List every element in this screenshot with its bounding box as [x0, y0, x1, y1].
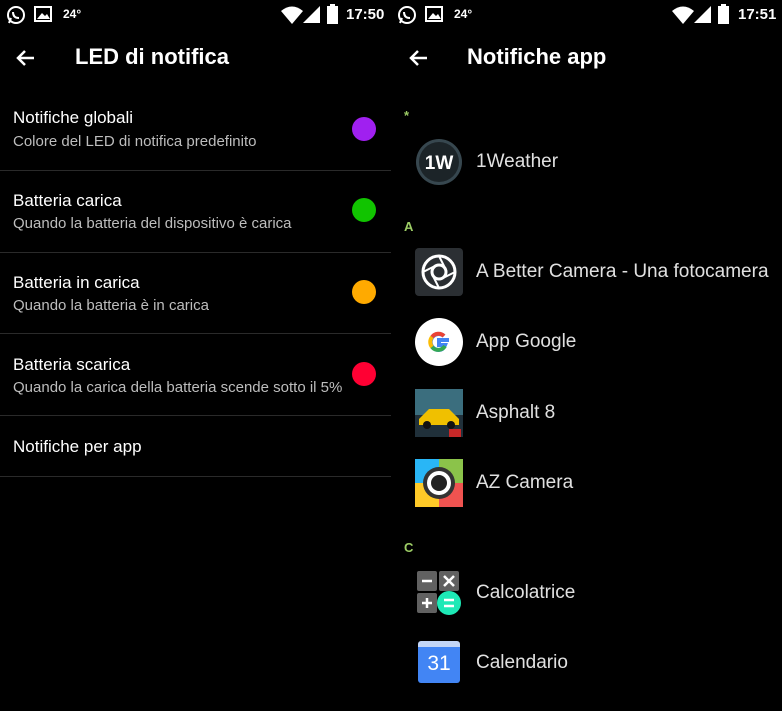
app-row-calculator[interactable]: Calcolatrice	[391, 561, 782, 625]
calendar-icon: 31	[418, 641, 460, 683]
clock: 17:50	[346, 6, 385, 23]
signal-icon	[303, 6, 320, 23]
page-title: LED di notifica	[75, 44, 229, 69]
google-icon	[415, 318, 463, 366]
app-name: Calendario	[476, 652, 568, 673]
temperature: 24°	[63, 7, 82, 21]
app-row-asphalt[interactable]: Asphalt 8	[391, 381, 782, 445]
led-color-indicator[interactable]	[352, 280, 376, 304]
setting-battery-charging[interactable]: Batteria in carica Quando la batteria è …	[0, 253, 391, 334]
section-header: C	[404, 540, 414, 555]
toolbar: LED di notifica	[0, 30, 391, 86]
setting-per-app-notifications[interactable]: Notifiche per app	[0, 416, 391, 477]
setting-title: Batteria in carica	[13, 273, 140, 292]
gallery-icon	[425, 6, 443, 22]
az-camera-icon	[415, 459, 463, 507]
app-notifications-screen: 24° 17:51 Notifiche app * 1W 1Weather A	[391, 0, 782, 711]
gallery-icon	[34, 6, 52, 22]
calendar-icon-day: 31	[427, 652, 451, 675]
clock: 17:51	[738, 6, 777, 23]
back-arrow-icon[interactable]	[407, 46, 431, 70]
setting-global-notifications[interactable]: Notifiche globali Colore del LED di noti…	[0, 89, 391, 171]
setting-subtitle: Colore del LED di notifica predefinito	[13, 133, 257, 150]
app-name: App Google	[476, 331, 577, 352]
wifi-icon	[672, 6, 694, 24]
app-name: A Better Camera - Una fotocamera	[476, 261, 769, 282]
setting-title: Batteria scarica	[13, 355, 131, 374]
led-color-indicator[interactable]	[352, 117, 376, 141]
app-name: AZ Camera	[476, 472, 574, 493]
setting-battery-low[interactable]: Batteria scarica Quando la carica della …	[0, 334, 391, 416]
app-row-az-camera[interactable]: AZ Camera	[391, 451, 782, 515]
asphalt-icon	[415, 389, 463, 437]
status-bar: 24° 17:50	[0, 0, 391, 30]
setting-subtitle: Quando la batteria è in carica	[13, 297, 209, 314]
app-row-better-camera[interactable]: A Better Camera - Una fotocamera	[391, 240, 782, 304]
battery-icon	[327, 4, 338, 24]
app-name: Asphalt 8	[476, 402, 556, 423]
setting-subtitle: Quando la carica della batteria scende s…	[13, 379, 343, 396]
temperature: 24°	[454, 7, 473, 21]
1weather-icon: 1W	[416, 139, 462, 185]
whatsapp-icon	[7, 6, 25, 24]
setting-title: Notifiche globali	[13, 108, 134, 127]
app-name: 1Weather	[476, 151, 559, 172]
led-settings-screen: 24° 17:50 LED di notifica Notifiche glob…	[0, 0, 391, 711]
setting-title: Batteria carica	[13, 191, 122, 210]
page-title: Notifiche app	[467, 44, 607, 69]
battery-icon	[718, 4, 729, 24]
app-row-1weather[interactable]: 1W 1Weather	[391, 130, 782, 194]
better-camera-icon	[415, 248, 463, 296]
led-color-indicator[interactable]	[352, 198, 376, 222]
setting-subtitle: Quando la batteria del dispositivo è car…	[13, 215, 292, 232]
app-row-google[interactable]: App Google	[391, 310, 782, 374]
section-header: *	[404, 108, 410, 123]
setting-battery-full[interactable]: Batteria carica Quando la batteria del d…	[0, 171, 391, 253]
whatsapp-icon	[398, 6, 416, 24]
app-name: Calcolatrice	[476, 582, 576, 603]
svg-text:1W: 1W	[425, 153, 454, 174]
led-color-indicator[interactable]	[352, 362, 376, 386]
app-row-calendar[interactable]: 31 Calendario	[391, 631, 782, 695]
toolbar: Notifiche app	[391, 30, 782, 86]
calculator-icon	[417, 571, 461, 615]
status-bar: 24° 17:51	[391, 0, 782, 30]
back-arrow-icon[interactable]	[14, 46, 38, 70]
signal-icon	[694, 6, 711, 23]
wifi-icon	[281, 6, 303, 24]
section-header: A	[404, 219, 414, 234]
setting-title: Notifiche per app	[13, 437, 142, 456]
